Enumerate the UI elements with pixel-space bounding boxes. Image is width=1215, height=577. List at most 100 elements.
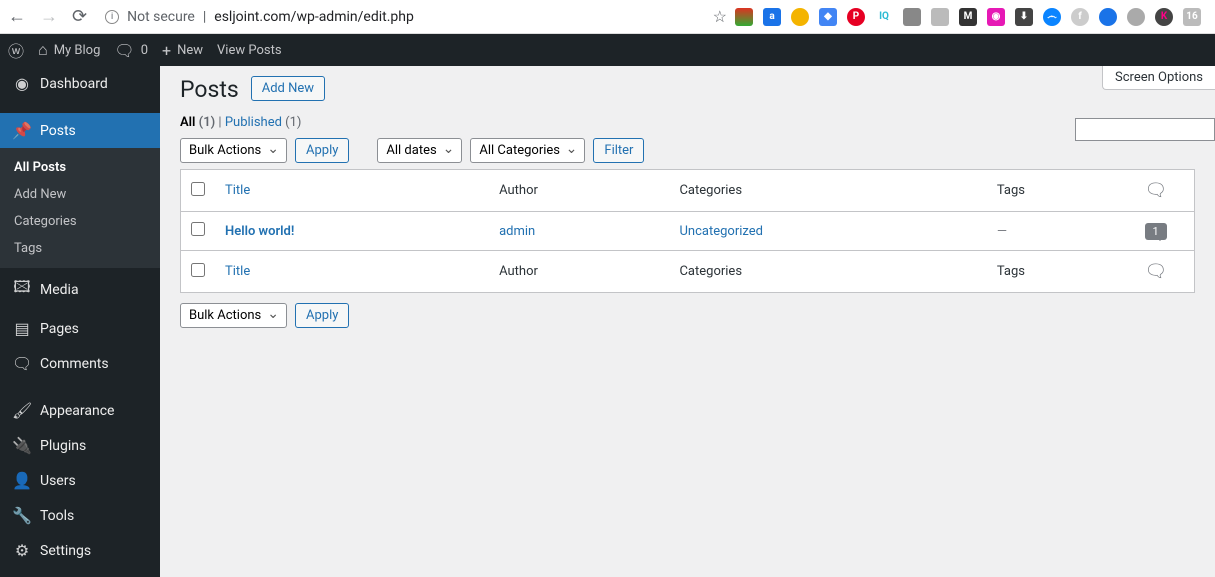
ext-icon[interactable] <box>791 8 809 26</box>
posts-table: Title Author Categories Tags 🗨 Hello wor… <box>180 169 1195 293</box>
table-header-row: Title Author Categories Tags 🗨 <box>181 170 1195 212</box>
bulk-action-select[interactable]: Bulk Actions <box>180 138 287 163</box>
col-categories: Categories <box>669 251 986 293</box>
col-title[interactable]: Title <box>225 264 250 279</box>
address-bar[interactable]: i Not secure | esljoint.com/wp-admin/edi… <box>95 9 705 25</box>
ext-icon[interactable]: K <box>1155 8 1173 26</box>
col-author: Author <box>489 170 669 212</box>
sidebar-item-settings[interactable]: ⚙Settings <box>0 533 160 568</box>
col-tags: Tags <box>987 170 1135 212</box>
plus-icon: + <box>162 41 171 60</box>
post-category-link[interactable]: Uncategorized <box>679 224 762 239</box>
sidebar-item-users[interactable]: 👤Users <box>0 463 160 498</box>
submenu-add-new[interactable]: Add New <box>0 181 160 208</box>
screen-options-button[interactable]: Screen Options <box>1102 66 1215 90</box>
wp-logo-icon[interactable]: ⓦ <box>8 38 24 62</box>
sidebar-item-tools[interactable]: 🔧 Tools <box>0 498 160 533</box>
sidebar-label: Comments <box>40 356 109 372</box>
submenu-all-posts[interactable]: All Posts <box>0 154 160 181</box>
security-label: Not secure <box>127 9 195 25</box>
sidebar-item-media[interactable]: 🖾 Media <box>0 268 160 311</box>
ext-icon[interactable] <box>931 8 949 26</box>
bulk-action-select[interactable]: Bulk Actions <box>180 303 287 328</box>
select-all-checkbox[interactable] <box>191 263 205 277</box>
sidebar-label: Pages <box>40 321 79 337</box>
submenu-tags[interactable]: Tags <box>0 235 160 262</box>
bookmark-star-icon[interactable]: ☆ <box>713 7 727 26</box>
submenu-categories[interactable]: Categories <box>0 208 160 235</box>
forward-icon[interactable]: → <box>40 6 58 27</box>
col-categories: Categories <box>669 170 986 212</box>
ext-icon[interactable]: IQ <box>875 8 893 26</box>
view-posts-link[interactable]: View Posts <box>217 43 282 58</box>
sidebar-item-posts[interactable]: 📌Posts <box>0 113 160 148</box>
col-title[interactable]: Title <box>225 183 250 198</box>
search-input[interactable] <box>1075 118 1215 141</box>
table-footer-row: Title Author Categories Tags 🗨 <box>181 251 1195 293</box>
ext-icon[interactable]: ◆ <box>819 8 837 26</box>
main-content: Screen Options Posts Add New All (1) | P… <box>160 66 1215 577</box>
add-new-button[interactable]: Add New <box>251 76 325 101</box>
filter-button[interactable]: Filter <box>593 138 644 163</box>
ext-icon[interactable]: ◉ <box>987 8 1005 26</box>
apply-button[interactable]: Apply <box>295 138 349 163</box>
apply-button[interactable]: Apply <box>295 303 349 328</box>
status-filters: All (1) | Published (1) <box>180 115 1195 130</box>
back-icon[interactable]: ← <box>8 6 26 27</box>
ext-icon[interactable]: f <box>1071 8 1089 26</box>
wp-admin-bar: ⓦ ⌂My Blog 🗨0 +New View Posts <box>0 34 1215 66</box>
browser-toolbar: ← → ⟳ i Not secure | esljoint.com/wp-adm… <box>0 0 1215 34</box>
post-author-link[interactable]: admin <box>499 224 535 239</box>
home-icon: ⌂ <box>38 40 48 60</box>
sidebar-item-comments[interactable]: 🗨Comments <box>0 346 160 381</box>
date-filter-select[interactable]: All dates <box>377 138 462 163</box>
comment-count-badge[interactable]: 1 <box>1145 223 1167 240</box>
filter-all[interactable]: All (1) <box>180 115 215 130</box>
sidebar-label: Tools <box>40 508 74 524</box>
view-posts-label: View Posts <box>217 43 282 58</box>
sidebar-item-dashboard[interactable]: ◉ Dashboard <box>0 66 160 101</box>
comment-icon: 🗨 <box>114 41 134 60</box>
admin-sidebar: ◉ Dashboard 📌Posts All Posts Add New Cate… <box>0 66 160 577</box>
sidebar-item-plugins[interactable]: 🔌 Plugins <box>0 428 160 463</box>
filter-published[interactable]: Published (1) <box>225 115 302 130</box>
site-link[interactable]: ⌂My Blog <box>38 40 100 60</box>
sidebar-item-appearance[interactable]: 🖌Appearance <box>0 393 160 428</box>
category-filter-select[interactable]: All Categories <box>470 138 585 163</box>
ext-icon[interactable]: M <box>959 8 977 26</box>
media-icon: 🖾 <box>12 276 32 303</box>
new-link[interactable]: + New <box>162 41 203 60</box>
ext-icon[interactable] <box>1127 8 1145 26</box>
page-icon: ▤ <box>12 319 32 338</box>
select-all-checkbox[interactable] <box>191 182 205 196</box>
wrench-icon: 🔧 <box>12 506 32 525</box>
sidebar-label: Media <box>40 282 79 298</box>
sidebar-label: Users <box>40 473 76 489</box>
comments-link[interactable]: 🗨0 <box>114 41 148 60</box>
info-icon[interactable]: i <box>105 10 119 24</box>
ext-icon[interactable]: ෴ <box>1043 8 1061 26</box>
row-checkbox[interactable] <box>191 222 205 236</box>
ext-icon[interactable]: ⬇ <box>1015 8 1033 26</box>
ext-icon[interactable]: P <box>847 8 865 26</box>
sidebar-label: Dashboard <box>40 76 108 92</box>
pin-icon: 📌 <box>12 121 32 140</box>
sidebar-label: Plugins <box>40 438 86 454</box>
ext-icon[interactable] <box>735 8 753 26</box>
comments-count: 0 <box>141 43 148 58</box>
new-label: New <box>177 43 203 58</box>
dashboard-icon: ◉ <box>12 74 32 93</box>
url-separator: | <box>203 9 206 25</box>
reload-icon[interactable]: ⟳ <box>72 6 87 27</box>
ext-icon[interactable]: 16 <box>1183 8 1201 26</box>
sidebar-label: Settings <box>40 543 91 559</box>
extensions-tray: a ◆ P IQ M ◉ ⬇ ෴ f K 16 <box>735 8 1207 26</box>
ext-icon[interactable] <box>903 8 921 26</box>
ext-icon[interactable] <box>1099 8 1117 26</box>
ext-icon[interactable]: a <box>763 8 781 26</box>
post-title-link[interactable]: Hello world! <box>225 224 294 239</box>
sidebar-item-pages[interactable]: ▤ Pages <box>0 311 160 346</box>
plug-icon: 🔌 <box>12 436 32 455</box>
url-text: esljoint.com/wp-admin/edit.php <box>214 9 414 25</box>
sidebar-label: Appearance <box>40 403 114 419</box>
